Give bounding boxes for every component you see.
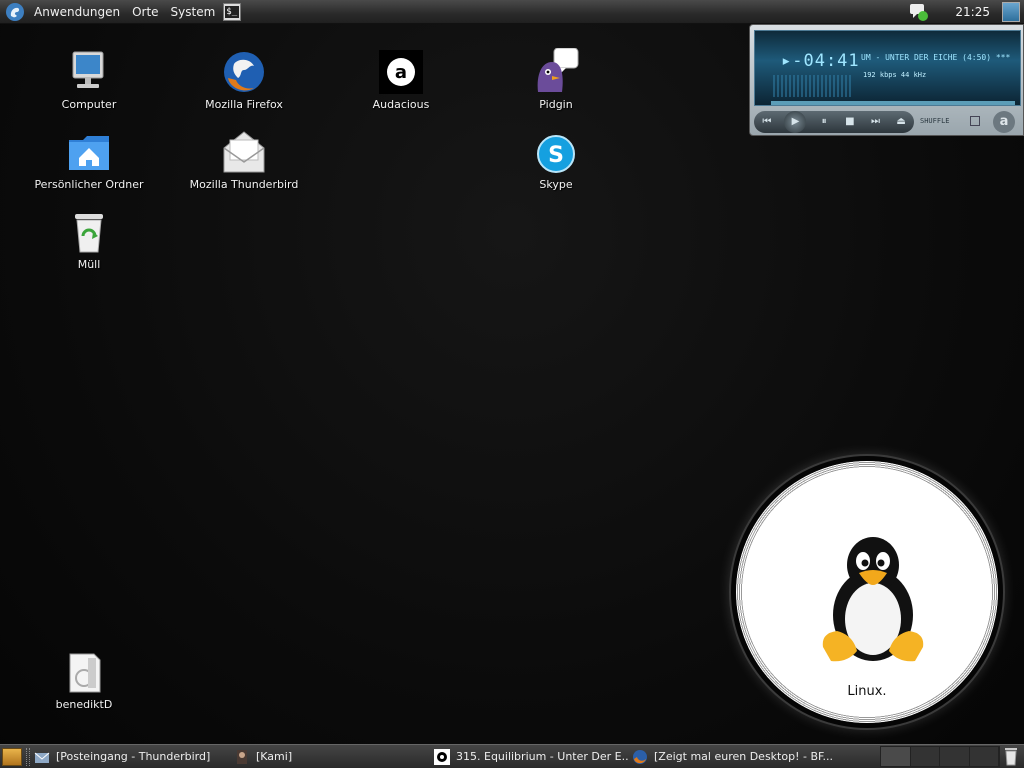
desktop-icon-home[interactable]: Persönlicher Ordner <box>29 128 149 191</box>
player-track-title[interactable]: UM - UNTER DER EICHE (4:50) *** <box>861 53 1021 65</box>
task-label: 315. Equilibrium - Unter Der E... <box>456 750 628 763</box>
player-visualizer[interactable] <box>773 75 853 97</box>
icon-label: Audacious <box>372 98 430 111</box>
system-tray: 21:25 <box>909 0 1024 24</box>
icon-label: Computer <box>61 98 117 111</box>
player-seek-bar[interactable] <box>771 101 1015 105</box>
icon-label: Pidgin <box>539 98 573 111</box>
linux-badge-ring: Linux. <box>736 461 998 723</box>
workspace-switcher[interactable] <box>880 746 1000 767</box>
workspace-2[interactable] <box>910 747 940 766</box>
icon-label: Skype <box>539 178 573 191</box>
audacious-player-window[interactable]: – ▭ ✕ ▸-04:41 UM - UNTER DER EICHE (4:50… <box>749 24 1024 136</box>
icon-label: benediktD <box>55 698 113 711</box>
player-time[interactable]: ▸-04:41 <box>781 51 860 71</box>
linux-label: Linux. <box>847 684 887 699</box>
player-bitrate: 192 kbps 44 kHz <box>863 71 927 79</box>
icon-label: Persönlicher Ordner <box>34 178 144 191</box>
tux-penguin-icon <box>822 537 924 662</box>
menu-orte[interactable]: Orte <box>130 5 160 19</box>
chat-window-icon <box>237 749 247 764</box>
icon-label: Müll <box>77 258 101 271</box>
menu-anwendungen[interactable]: Anwendungen <box>32 5 122 19</box>
top-panel: Anwendungen Orte System $_ 21:25 <box>0 0 1024 24</box>
audacious-icon <box>434 748 450 765</box>
audacious-logo[interactable]: a <box>993 111 1015 133</box>
firefox-icon <box>224 52 264 92</box>
user-switcher-icon[interactable] <box>1002 2 1020 22</box>
firefox-icon <box>633 749 647 764</box>
task-thunderbird[interactable]: [Posteingang - Thunderbird] <box>30 746 230 768</box>
task-label: [Zeigt mal euren Desktop! - BF... <box>654 750 834 763</box>
next-icon[interactable]: ⏭ <box>867 115 883 129</box>
icon-label: Mozilla Thunderbird <box>189 178 299 191</box>
task-label: [Kami] <box>256 750 293 763</box>
task-label: [Posteingang - Thunderbird] <box>56 750 211 763</box>
desktop-icon-computer[interactable]: Computer <box>29 48 149 111</box>
thunderbird-icon <box>223 131 265 173</box>
computer-icon <box>72 51 104 88</box>
linux-badge: Linux. <box>731 456 1003 728</box>
task-audacious[interactable]: 315. Equilibrium - Unter Der E... <box>430 746 628 768</box>
task-firefox[interactable]: [Zeigt mal euren Desktop! - BF... <box>628 746 860 768</box>
desktop-icon-firefox[interactable]: Mozilla Firefox <box>184 48 304 111</box>
desktop-icon-trash[interactable]: Müll <box>29 208 149 271</box>
thunderbird-icon <box>34 752 50 763</box>
player-controls: ⏮ ▶ ⏸ ■ ⏭ ⏏ <box>754 111 914 133</box>
desktop-icon-volume[interactable]: benediktD <box>24 648 144 711</box>
pidgin-icon <box>537 48 579 92</box>
desktop-icon-thunderbird[interactable]: Mozilla Thunderbird <box>184 128 304 191</box>
desktop-icon-pidgin[interactable]: Pidgin <box>496 48 616 111</box>
linux-badge-inner: Linux. <box>742 467 992 717</box>
drive-icon <box>69 653 101 693</box>
eject-icon[interactable]: ⏏ <box>893 115 909 129</box>
desktop-icon-audacious[interactable]: a Audacious <box>341 48 461 111</box>
home-folder-icon <box>69 136 109 170</box>
bottom-panel: [Posteingang - Thunderbird] [Kami] 315. … <box>0 744 1024 768</box>
repeat-icon[interactable] <box>970 116 980 126</box>
workspace-4[interactable] <box>969 747 999 766</box>
skype-icon: S <box>537 135 575 173</box>
play-icon[interactable]: ▶ <box>784 111 807 133</box>
trash-applet-icon[interactable] <box>1002 746 1020 766</box>
terminal-launcher-icon[interactable]: $_ <box>223 2 242 21</box>
shuffle-button[interactable]: SHUFFLE <box>920 117 950 125</box>
pause-icon[interactable]: ⏸ <box>816 115 832 129</box>
audacious-icon: a <box>379 50 423 94</box>
player-display: ▸-04:41 UM - UNTER DER EICHE (4:50) *** … <box>754 30 1021 106</box>
previous-icon[interactable]: ⏮ <box>759 115 775 129</box>
trash-icon <box>75 214 103 253</box>
clock[interactable]: 21:25 <box>955 5 990 19</box>
task-kami[interactable]: [Kami] <box>230 746 430 768</box>
gnome-menu-icon[interactable] <box>5 2 25 22</box>
menu-system[interactable]: System <box>169 5 218 19</box>
svg-text:a: a <box>395 62 407 83</box>
stop-icon[interactable]: ■ <box>842 115 858 129</box>
show-desktop-icon[interactable] <box>2 747 22 766</box>
desktop-icon-skype[interactable]: S Skype <box>496 128 616 191</box>
workspace-3[interactable] <box>940 747 970 766</box>
workspace-1[interactable] <box>881 747 911 766</box>
pidgin-status-icon[interactable] <box>909 2 929 22</box>
svg-text:S: S <box>548 143 564 168</box>
icon-label: Mozilla Firefox <box>205 98 283 111</box>
